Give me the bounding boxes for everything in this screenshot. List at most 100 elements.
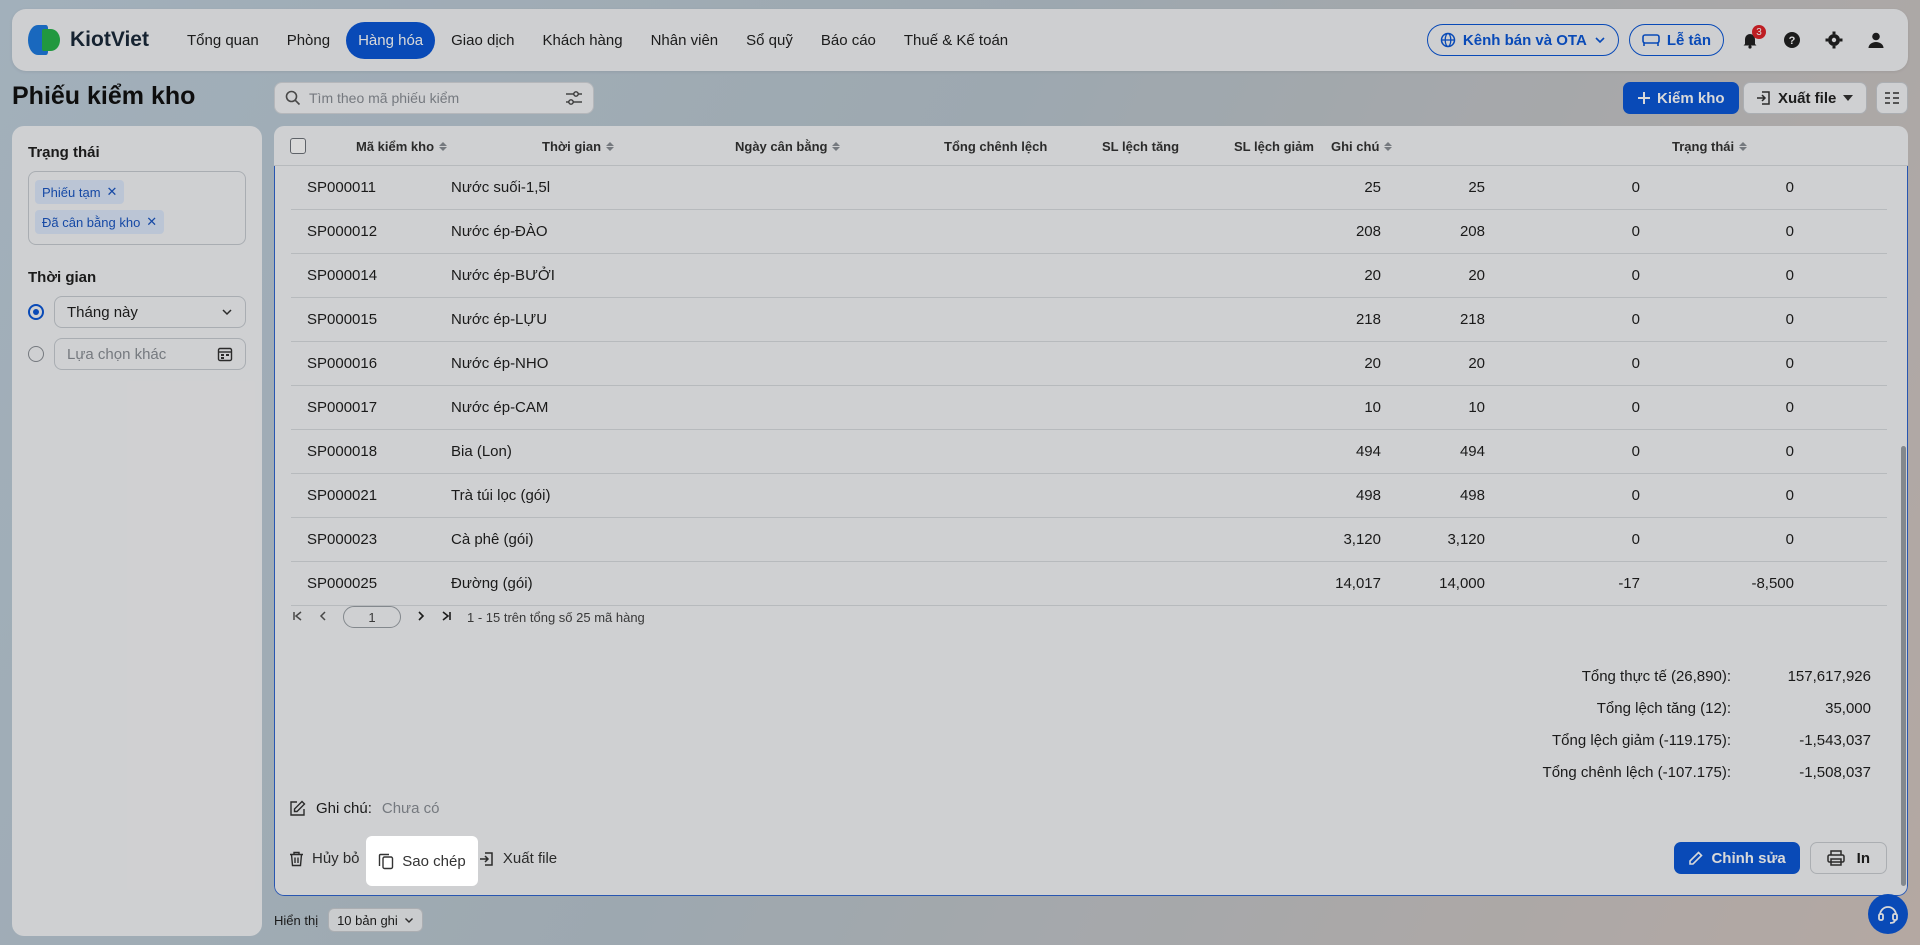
item-actual-qty: 20: [1364, 267, 1381, 284]
item-diff-qty: 0: [1631, 355, 1640, 372]
page-title: Phiếu kiểm kho: [12, 82, 196, 110]
item-diff-value: 0: [1785, 531, 1794, 548]
item-stock-qty: 218: [1459, 311, 1485, 328]
table-row[interactable]: SP000018 Bia (Lon) 494 494 0 0: [291, 430, 1887, 474]
column-header-increase: SL lệch tăng: [1102, 139, 1179, 154]
item-code: SP000012: [307, 223, 378, 240]
settings-button[interactable]: [1818, 24, 1850, 56]
table-row[interactable]: SP000025 Đường (gói) 14,017 14,000 -17 -8,500: [291, 562, 1887, 606]
time-radio-custom[interactable]: [28, 346, 44, 362]
nav-item-5[interactable]: Nhân viên: [639, 22, 731, 59]
channel-ota-button[interactable]: Kênh bán và OTA: [1426, 24, 1619, 56]
total-row: Tổng thực tế (26,890): 157,617,926: [1543, 660, 1871, 692]
prev-page-icon[interactable]: [317, 610, 329, 625]
notification-button[interactable]: 3: [1734, 24, 1766, 56]
nav-item-3[interactable]: Giao dịch: [439, 22, 526, 59]
account-button[interactable]: [1860, 24, 1892, 56]
stocktake-table-panel: Mã kiểm kho Thời gian Ngày cân bằng Tổng…: [274, 126, 1908, 896]
copy-icon: [379, 853, 394, 869]
per-page-value: 10 bản ghi: [337, 912, 398, 928]
add-stocktake-button[interactable]: Kiểm kho: [1623, 82, 1739, 114]
export-file-button[interactable]: Xuất file: [1743, 82, 1868, 114]
table-row[interactable]: SP000011 Nước suối-1,5l 25 25 0 0: [291, 166, 1887, 210]
copy-button[interactable]: Sao chép: [366, 836, 478, 886]
status-tag-label: Phiếu tạm: [42, 184, 101, 200]
item-actual-qty: 218: [1355, 311, 1381, 328]
total-value: -1,543,037: [1799, 731, 1871, 749]
export-detail-button[interactable]: Xuất file: [479, 850, 557, 867]
nav-item-1[interactable]: Phòng: [275, 22, 342, 59]
per-page-select[interactable]: 10 bản ghi: [328, 908, 423, 932]
table-row[interactable]: SP000017 Nước ép-CAM 10 10 0 0: [291, 386, 1887, 430]
time-preset-select[interactable]: Tháng này: [54, 296, 246, 328]
help-button[interactable]: ?: [1776, 24, 1808, 56]
item-code: SP000016: [307, 355, 378, 372]
search-input[interactable]: Tìm theo mã phiếu kiểm: [274, 82, 594, 114]
status-tag-balanced[interactable]: Đã cân bằng kho ✕: [35, 210, 165, 234]
column-header-decrease: SL lệch giảm: [1234, 139, 1314, 154]
gear-icon: [1825, 31, 1843, 49]
copy-label: Sao chép: [402, 852, 466, 870]
status-heading: Trạng thái: [28, 144, 100, 161]
nav-item-0[interactable]: Tổng quan: [175, 22, 271, 59]
time-radio-this-month[interactable]: [28, 304, 44, 320]
nav-item-7[interactable]: Báo cáo: [809, 22, 888, 59]
column-header-balance-date[interactable]: Ngày cân bằng: [735, 139, 841, 154]
logo[interactable]: KiotViet: [28, 23, 149, 57]
column-header-label: Trạng thái: [1672, 139, 1735, 154]
column-settings-button[interactable]: [1876, 82, 1908, 114]
print-label: In: [1856, 849, 1870, 867]
item-name: Nước ép-BƯỞI: [451, 267, 555, 284]
column-header-status[interactable]: Trạng thái: [1672, 139, 1748, 154]
table-row[interactable]: SP000015 Nước ép-LỰU 218 218 0 0: [291, 298, 1887, 342]
close-icon[interactable]: ✕: [107, 184, 118, 200]
item-stock-qty: 20: [1468, 267, 1485, 284]
edit-button[interactable]: Chỉnh sửa: [1674, 842, 1800, 874]
table-row[interactable]: SP000023 Cà phê (gói) 3,120 3,120 0 0: [291, 518, 1887, 562]
column-header-time[interactable]: Thời gian: [542, 139, 615, 154]
item-diff-value: 0: [1785, 443, 1794, 460]
print-button[interactable]: In: [1809, 842, 1887, 874]
status-filter-box[interactable]: Phiếu tạm ✕ Đã cân bằng kho ✕: [28, 171, 246, 245]
select-all-checkbox[interactable]: [290, 138, 306, 154]
table-row[interactable]: SP000021 Trà túi lọc (gói) 498 498 0 0: [291, 474, 1887, 518]
chevron-down-icon: [404, 918, 413, 923]
table-row[interactable]: SP000012 Nước ép-ĐÀO 208 208 0 0: [291, 210, 1887, 254]
first-page-icon[interactable]: [291, 610, 303, 625]
notification-badge: 3: [1752, 25, 1766, 39]
reception-button[interactable]: Lễ tân: [1628, 24, 1724, 56]
next-page-icon[interactable]: [415, 610, 427, 625]
column-header-note[interactable]: Ghi chú: [1331, 139, 1393, 154]
item-diff-value: 0: [1785, 355, 1794, 372]
nav-item-8[interactable]: Thuế & Kế toán: [892, 22, 1020, 59]
pencil-icon: [1689, 850, 1704, 865]
item-diff-qty: 0: [1631, 443, 1640, 460]
total-value: 35,000: [1825, 699, 1871, 717]
table-row[interactable]: SP000014 Nước ép-BƯỞI 20 20 0 0: [291, 254, 1887, 298]
support-chat-button[interactable]: [1868, 894, 1908, 934]
item-diff-value: 0: [1785, 223, 1794, 240]
last-page-icon[interactable]: [441, 610, 453, 625]
nav-item-6[interactable]: Sổ quỹ: [734, 22, 805, 59]
item-diff-qty: 0: [1631, 531, 1640, 548]
column-header-code[interactable]: Mã kiểm kho: [356, 139, 448, 154]
main-nav: Tổng quan Phòng Hàng hóa Giao dịch Khách hàn…: [175, 21, 1020, 59]
page-number-input[interactable]: 1: [343, 606, 401, 628]
item-diff-qty: 0: [1631, 179, 1640, 196]
reception-label: Lễ tân: [1666, 31, 1711, 49]
filter-sliders-icon[interactable]: [565, 90, 583, 106]
status-tag-draft[interactable]: Phiếu tạm ✕: [35, 180, 125, 204]
export-file-label: Xuất file: [1778, 89, 1837, 107]
sort-icon: [832, 142, 841, 151]
calendar-icon: [217, 347, 233, 362]
item-name: Trà túi lọc (gói): [451, 487, 551, 504]
custom-date-input[interactable]: Lựa chọn khác: [54, 338, 246, 370]
close-icon[interactable]: ✕: [146, 214, 157, 230]
list-columns-icon: [1885, 92, 1899, 104]
vertical-scrollbar[interactable]: [1901, 446, 1906, 886]
note-section[interactable]: Ghi chú: Chưa có: [289, 800, 439, 817]
cancel-button[interactable]: Hủy bỏ: [289, 850, 360, 867]
nav-item-4[interactable]: Khách hàng: [531, 22, 635, 59]
nav-item-2[interactable]: Hàng hóa: [346, 21, 436, 59]
table-row[interactable]: SP000016 Nước ép-NHO 20 20 0 0: [291, 342, 1887, 386]
